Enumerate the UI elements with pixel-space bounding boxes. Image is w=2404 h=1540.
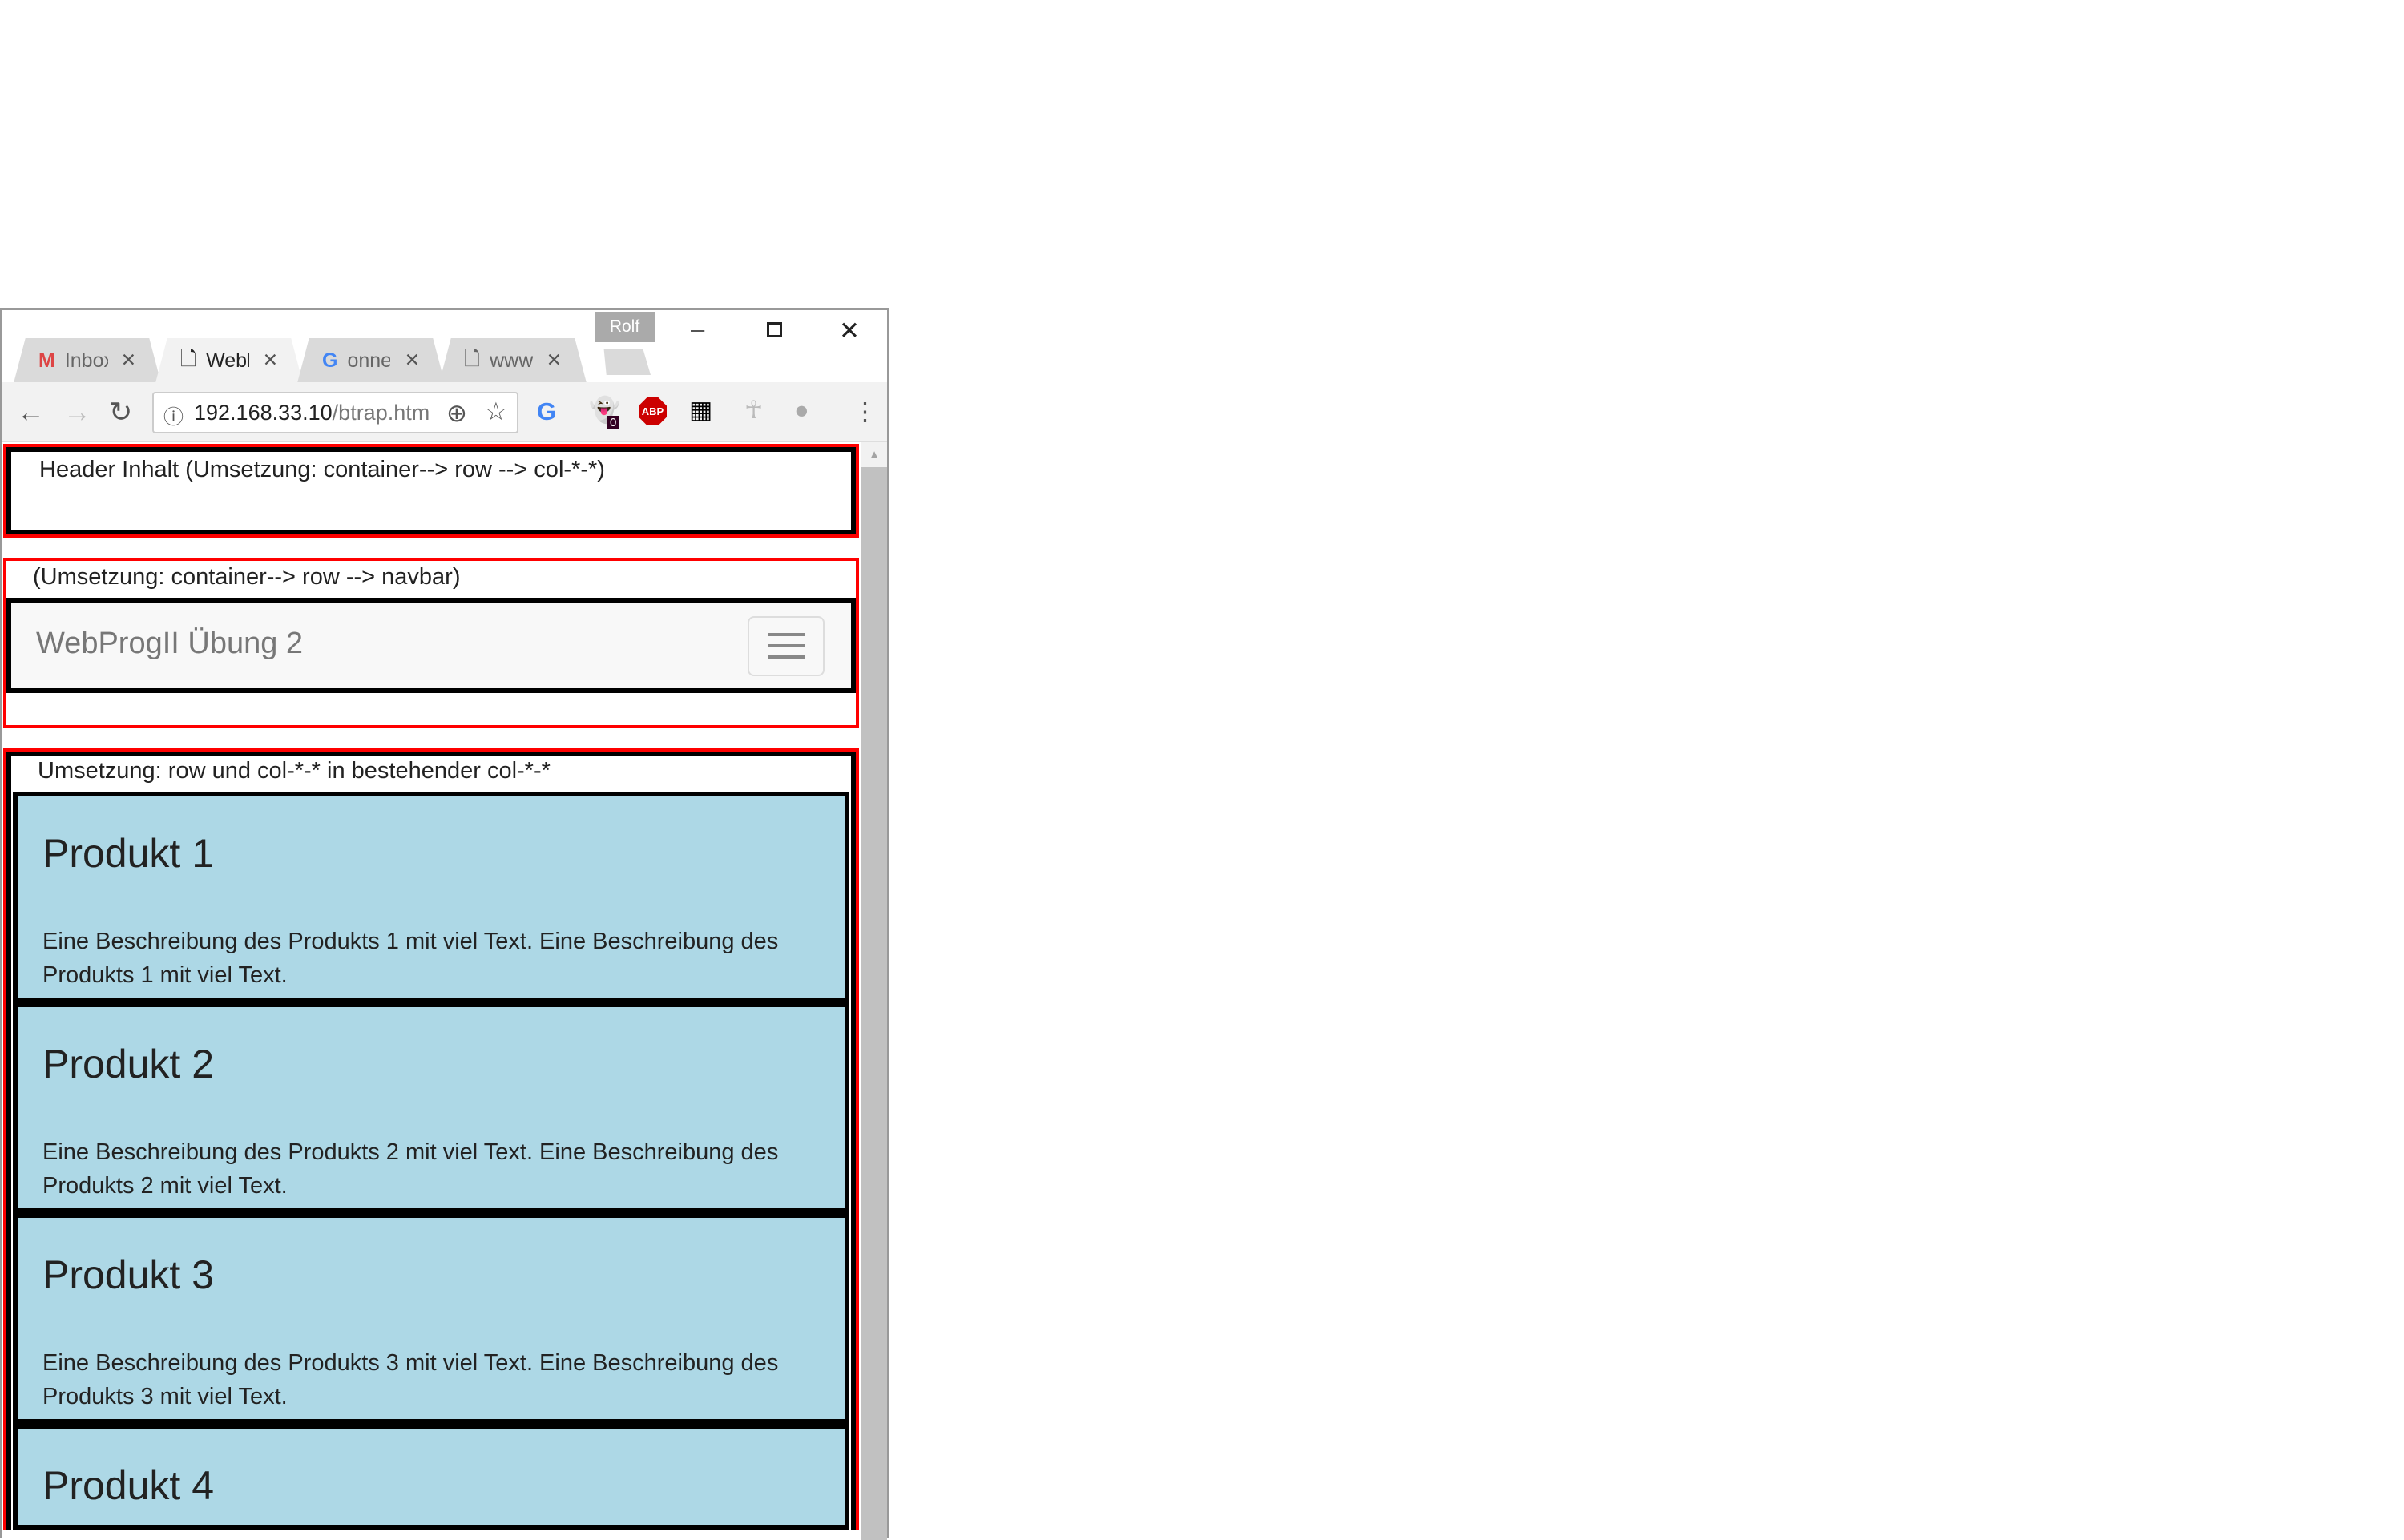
info-icon[interactable]: ⓘ (163, 401, 184, 430)
minimize-icon[interactable]: – (691, 316, 704, 341)
tab-webprog[interactable]: 🗋WebP✕ (155, 338, 303, 383)
vertical-scrollbar[interactable]: ▲ (861, 442, 887, 1540)
tab-inbox[interactable]: MInbox✕ (14, 338, 161, 383)
product-card: Produkt 2 Eine Beschreibung des Produkts … (13, 1002, 849, 1213)
close-tab-icon[interactable]: ✕ (121, 349, 136, 371)
product-card: Produkt 1 Eine Beschreibung des Produkts … (13, 792, 849, 1002)
page-icon: 🗋 (464, 347, 481, 370)
profile-badge[interactable]: Rolf (595, 312, 655, 342)
product-title: Produkt 1 (42, 831, 215, 876)
product-title: Produkt 4 (42, 1463, 215, 1508)
hamburger-icon (768, 633, 805, 659)
close-tab-icon[interactable]: ✕ (263, 349, 278, 371)
page-icon: 🗋 (180, 347, 197, 370)
navbar-toggle-button[interactable] (748, 616, 825, 676)
close-tab-icon[interactable]: ✕ (405, 349, 420, 371)
tab-www[interactable]: 🗋 www. ✕ (439, 338, 587, 383)
close-tab-icon[interactable]: ✕ (547, 349, 562, 371)
back-icon[interactable]: ← (17, 398, 45, 426)
bookmark-star-icon[interactable]: ☆ (485, 399, 507, 424)
reload-icon[interactable]: ↻ (109, 398, 132, 426)
nav-container: (Umsetzung: container--> row --> navbar)… (3, 558, 859, 728)
adblock-extension-icon[interactable]: ABP (639, 397, 667, 425)
zoom-icon[interactable]: ⊕ (446, 401, 467, 425)
ghostery-badge: 0 (607, 416, 620, 429)
section-caption: Umsetzung: row und col-*-* in bestehende… (38, 758, 551, 784)
maximize-icon[interactable] (767, 322, 782, 337)
browser-window: Rolf – ✕ MInbox✕ 🗋WebP✕ Gonne✕ 🗋www.✕ ← … (0, 308, 889, 1540)
product-title: Produkt 3 (42, 1252, 215, 1297)
nav-caption: (Umsetzung: container--> row --> navbar) (33, 564, 461, 590)
product-description: Eine Beschreibung des Produkts 2 mit vie… (42, 1139, 779, 1199)
globe-extension-icon[interactable]: ● (794, 397, 809, 422)
tab-google[interactable]: Gonne ✕ (297, 338, 445, 383)
forward-icon[interactable]: → (63, 398, 91, 426)
products-column: Umsetzung: row und col-*-* in bestehende… (6, 752, 856, 1530)
ankh-extension-icon[interactable]: ☥ (744, 397, 763, 422)
toolbar: ← → ↻ ⓘ 192.168.33.10/btrap.htm ⊕ ☆ G 👻 … (2, 382, 887, 442)
menu-kebab-icon[interactable]: ⋮ (853, 399, 877, 424)
product-description: Eine Beschreibung des Produkts 1 mit vie… (42, 929, 779, 988)
gmail-icon: M (38, 349, 55, 372)
close-window-icon[interactable]: ✕ (839, 318, 860, 343)
products-container: Umsetzung: row und col-*-* in bestehende… (3, 748, 859, 1530)
product-title: Produkt 2 (42, 1042, 215, 1086)
product-card: Produkt 4 (13, 1424, 849, 1530)
product-description: Eine Beschreibung des Produkts 3 mit vie… (42, 1350, 779, 1409)
qr-code-extension-icon[interactable]: ▦ (689, 397, 712, 422)
navbar-brand[interactable]: WebProgII Übung 2 (36, 627, 303, 661)
product-card: Produkt 3 Eine Beschreibung des Produkts … (13, 1213, 849, 1424)
header-text: Header Inhalt (Umsetzung: container--> r… (6, 447, 856, 534)
scroll-up-arrow-icon[interactable]: ▲ (861, 442, 887, 467)
translate-extension-icon[interactable]: G (537, 399, 556, 424)
navbar: WebProgII Übung 2 (6, 598, 856, 693)
google-icon: G (322, 349, 338, 372)
header-container: Header Inhalt (Umsetzung: container--> r… (3, 444, 859, 538)
new-tab-button[interactable] (603, 349, 651, 375)
